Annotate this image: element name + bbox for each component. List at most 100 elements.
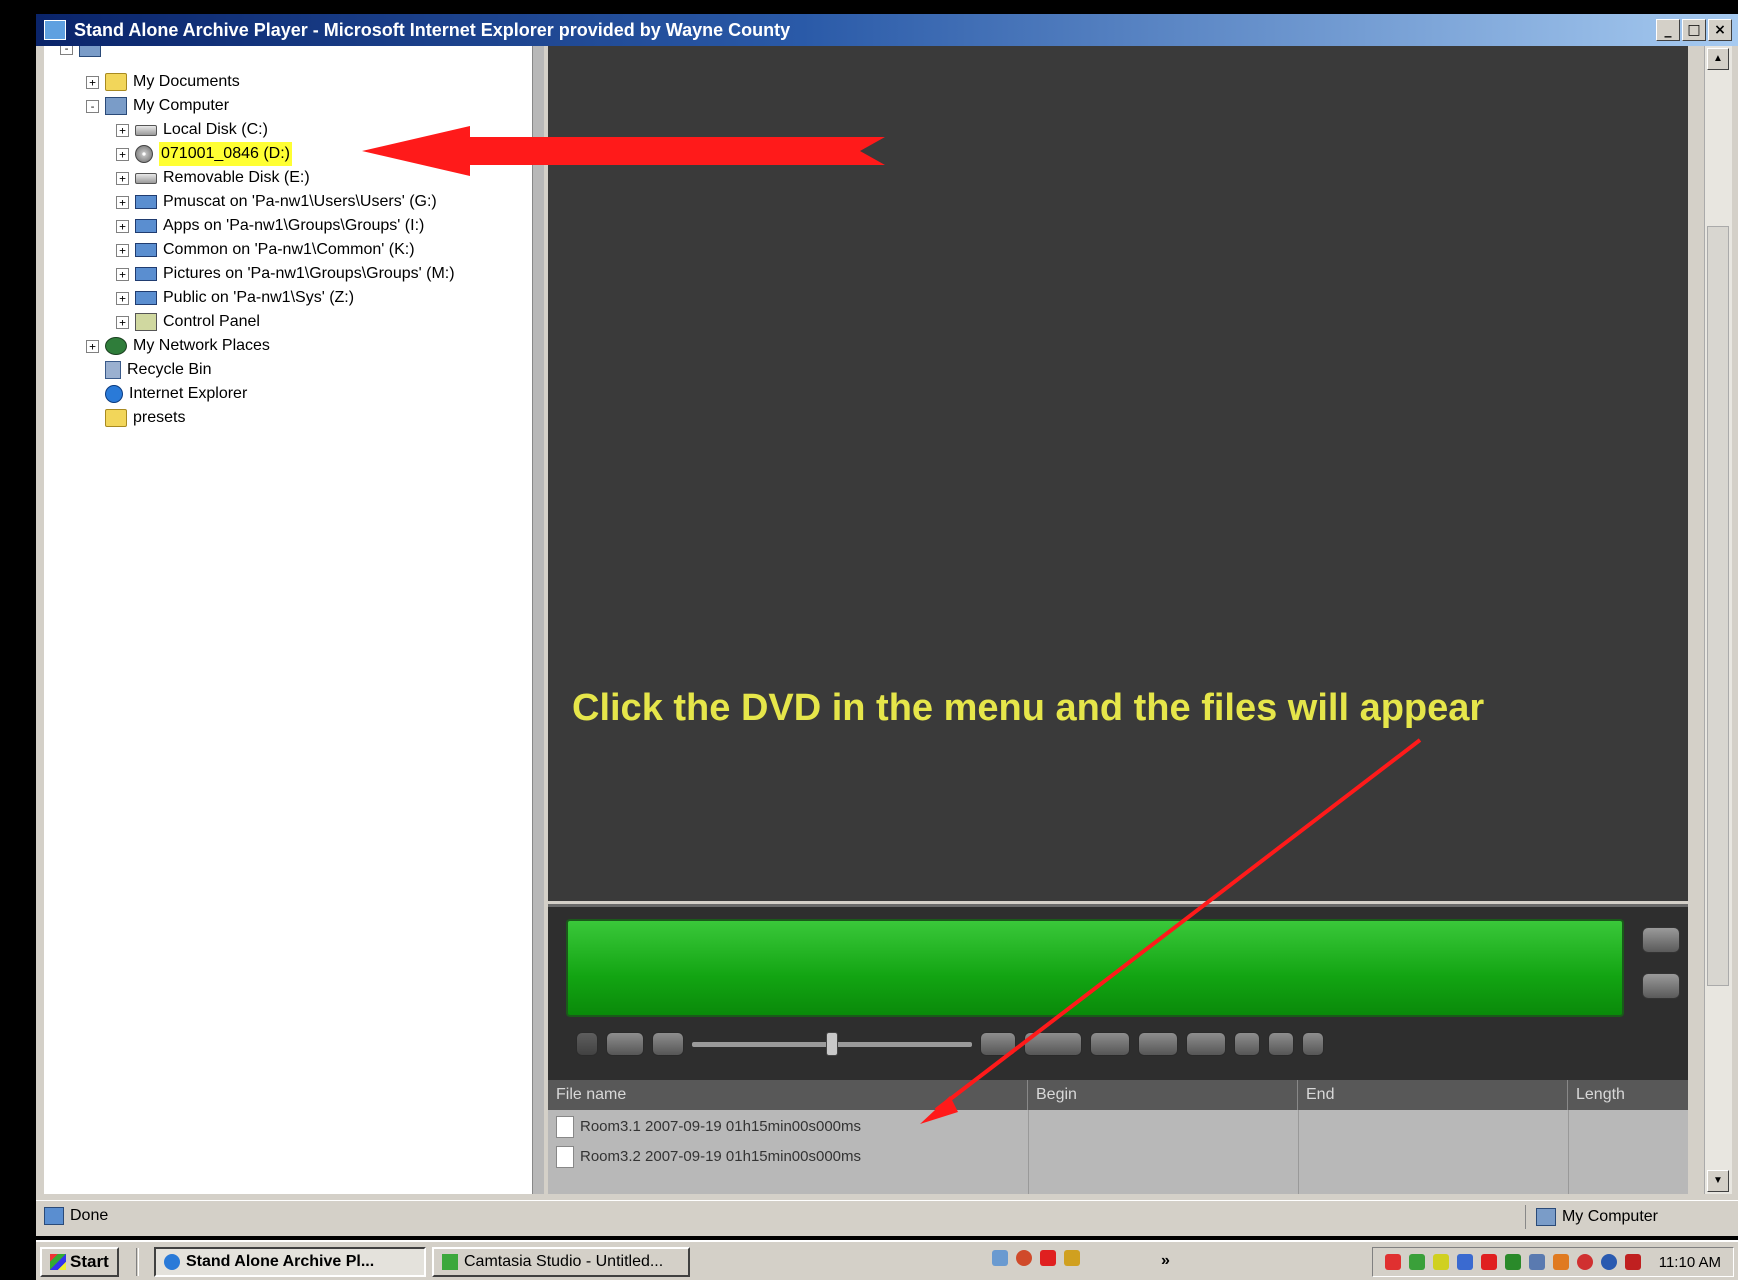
tray-icon[interactable] bbox=[1480, 1254, 1497, 1270]
title-bar[interactable]: Stand Alone Archive Player - Microsoft I… bbox=[36, 14, 1738, 46]
tree-item-label: My Computer bbox=[133, 97, 230, 114]
tray-icon[interactable] bbox=[1552, 1254, 1569, 1270]
tree-item-recycle-bin[interactable]: Recycle Bin bbox=[86, 358, 211, 382]
windows-logo-icon bbox=[50, 1254, 66, 1270]
tree-item-my-network-places[interactable]: + My Network Places bbox=[86, 334, 270, 358]
transport-button[interactable] bbox=[1024, 1032, 1082, 1056]
tree-item-internet-explorer[interactable]: Internet Explorer bbox=[86, 382, 247, 406]
tree-item-dvd-drive[interactable]: + 071001_0846 (D:) bbox=[116, 142, 292, 166]
column-end[interactable]: End bbox=[1298, 1080, 1568, 1110]
tray-icon[interactable] bbox=[1600, 1254, 1617, 1270]
collapse-icon[interactable]: - bbox=[86, 99, 99, 113]
tree-item-my-documents[interactable]: + My Documents bbox=[86, 70, 240, 94]
tray-icon[interactable] bbox=[1432, 1254, 1449, 1270]
timeline-bar[interactable] bbox=[566, 919, 1624, 1017]
transport-button[interactable] bbox=[1138, 1032, 1178, 1056]
tree-item-my-computer[interactable]: - My Computer bbox=[86, 94, 229, 118]
quick-launch-icon[interactable] bbox=[1016, 1250, 1032, 1266]
player-side-button-1[interactable] bbox=[1642, 927, 1680, 953]
collapse-icon[interactable]: - bbox=[60, 46, 73, 55]
slider-knob[interactable] bbox=[826, 1032, 838, 1056]
page-done-icon bbox=[44, 1207, 64, 1225]
tree-item-network-drive-g[interactable]: + Pmuscat on 'Pa-nw1\Users\Users' (G:) bbox=[116, 190, 437, 214]
expand-icon[interactable]: + bbox=[116, 315, 129, 329]
expand-icon[interactable]: + bbox=[116, 147, 129, 161]
tree-item-label: 071001_0846 (D:) bbox=[159, 142, 292, 166]
transport-button[interactable] bbox=[576, 1032, 598, 1056]
expand-icon[interactable]: + bbox=[116, 123, 129, 137]
vertical-scrollbar[interactable]: ▲ ▼ bbox=[1704, 46, 1732, 1194]
panel-splitter[interactable] bbox=[532, 46, 544, 1194]
close-button[interactable]: × bbox=[1708, 19, 1732, 41]
transport-button[interactable] bbox=[980, 1032, 1016, 1056]
tree-item-desktop-partial[interactable]: - bbox=[60, 46, 107, 60]
minimize-button[interactable]: _ bbox=[1656, 19, 1680, 41]
tree-item-network-drive-i[interactable]: + Apps on 'Pa-nw1\Groups\Groups' (I:) bbox=[116, 214, 424, 238]
scroll-up-icon[interactable]: ▲ bbox=[1707, 48, 1729, 70]
file-list-header: File name Begin End Length bbox=[548, 1080, 1688, 1110]
file-row[interactable]: Room3.2 2007-09-19 01h15min00s000ms bbox=[548, 1142, 1688, 1172]
tree-item-presets[interactable]: presets bbox=[86, 406, 185, 430]
tray-icon[interactable] bbox=[1456, 1254, 1473, 1270]
clock[interactable]: 11:10 AM bbox=[1659, 1254, 1721, 1271]
expand-icon[interactable]: + bbox=[116, 267, 129, 281]
task-camtasia[interactable]: Camtasia Studio - Untitled... bbox=[432, 1247, 690, 1277]
scroll-down-icon[interactable]: ▼ bbox=[1707, 1170, 1729, 1192]
tray-icon[interactable] bbox=[1384, 1254, 1401, 1270]
transport-button[interactable] bbox=[606, 1032, 644, 1056]
tray-icon[interactable] bbox=[1576, 1254, 1593, 1270]
tree-item-network-drive-k[interactable]: + Common on 'Pa-nw1\Common' (K:) bbox=[116, 238, 415, 262]
player-controls bbox=[548, 904, 1688, 1080]
maximize-button[interactable]: □ bbox=[1682, 19, 1706, 41]
tray-icon[interactable] bbox=[1624, 1254, 1641, 1270]
expand-icon[interactable]: + bbox=[116, 219, 129, 233]
tree-item-control-panel[interactable]: + Control Panel bbox=[116, 310, 260, 334]
player-side-button-2[interactable] bbox=[1642, 973, 1680, 999]
computer-icon bbox=[1535, 1208, 1556, 1226]
quick-launch-icon[interactable] bbox=[1040, 1250, 1056, 1266]
quick-launch-icon[interactable] bbox=[992, 1250, 1008, 1266]
scroll-thumb[interactable] bbox=[1707, 226, 1729, 986]
tree-item-network-drive-m[interactable]: + Pictures on 'Pa-nw1\Groups\Groups' (M:… bbox=[116, 262, 455, 286]
tree-item-network-drive-z[interactable]: + Public on 'Pa-nw1\Sys' (Z:) bbox=[116, 286, 354, 310]
tray-chevron[interactable]: » bbox=[1161, 1252, 1170, 1270]
transport-button[interactable] bbox=[1186, 1032, 1226, 1056]
column-length[interactable]: Length bbox=[1568, 1080, 1688, 1110]
tree-item-label: My Documents bbox=[133, 73, 240, 90]
transport-button[interactable] bbox=[1268, 1032, 1294, 1056]
column-file-name[interactable]: File name bbox=[548, 1080, 1028, 1110]
file-row[interactable]: Room3.1 2007-09-19 01h15min00s000ms bbox=[548, 1112, 1688, 1142]
expand-icon[interactable]: + bbox=[86, 75, 99, 89]
transport-button[interactable] bbox=[1234, 1032, 1260, 1056]
quick-launch-icon[interactable] bbox=[1064, 1250, 1080, 1266]
network-drive-icon bbox=[135, 219, 157, 233]
window-controls: _ □ × bbox=[1656, 19, 1732, 41]
tray-icon[interactable] bbox=[1408, 1254, 1425, 1270]
speed-slider[interactable] bbox=[692, 1032, 972, 1056]
folder-icon bbox=[105, 409, 127, 427]
tray-icon[interactable] bbox=[1504, 1254, 1521, 1270]
tray-icon[interactable] bbox=[1528, 1254, 1545, 1270]
video-display[interactable] bbox=[548, 46, 1688, 901]
transport-button[interactable] bbox=[1302, 1032, 1324, 1056]
transport-button[interactable] bbox=[652, 1032, 684, 1056]
transport-button[interactable] bbox=[1090, 1032, 1130, 1056]
tree-item-label: Pictures on 'Pa-nw1\Groups\Groups' (M:) bbox=[163, 265, 455, 282]
column-begin[interactable]: Begin bbox=[1028, 1080, 1298, 1110]
folder-tree: - + My Documents - My Computer + Local D… bbox=[44, 46, 532, 1194]
tree-item-label: presets bbox=[133, 409, 186, 426]
tree-item-removable-disk[interactable]: + Removable Disk (E:) bbox=[116, 166, 310, 190]
start-button[interactable]: Start bbox=[40, 1247, 119, 1277]
status-bar: Done My Computer bbox=[36, 1200, 1738, 1232]
file-name-cell: Room3.1 2007-09-19 01h15min00s000ms bbox=[556, 1112, 861, 1142]
expand-icon[interactable]: + bbox=[116, 195, 129, 209]
expand-icon[interactable]: + bbox=[116, 243, 129, 257]
expand-icon[interactable]: + bbox=[86, 339, 99, 353]
expand-icon[interactable]: + bbox=[116, 291, 129, 305]
tree-item-label: Apps on 'Pa-nw1\Groups\Groups' (I:) bbox=[163, 217, 425, 234]
system-tray: 11:10 AM bbox=[1371, 1247, 1734, 1277]
expand-icon[interactable]: + bbox=[116, 171, 129, 185]
tree-item-local-disk-c[interactable]: + Local Disk (C:) bbox=[116, 118, 268, 142]
cd-icon bbox=[135, 145, 153, 163]
task-ie[interactable]: Stand Alone Archive Pl... bbox=[154, 1247, 426, 1277]
